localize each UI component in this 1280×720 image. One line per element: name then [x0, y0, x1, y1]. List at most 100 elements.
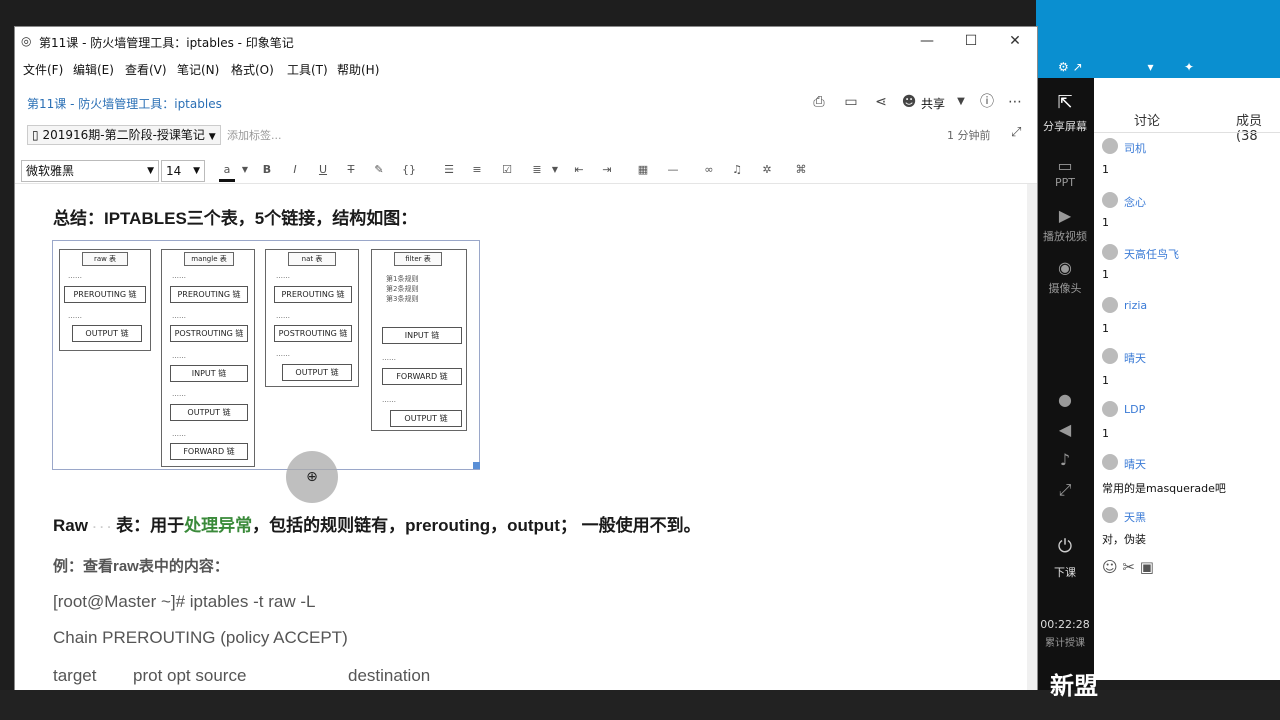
diagram-table-mangle: mangle 表 …… PREROUTING 链 …… POSTROUTING …: [161, 249, 255, 467]
raw-description-line: Raw · · · 表：用于处理异常，包括的规则链有，prerouting，ou…: [53, 511, 701, 536]
tab-discuss[interactable]: 讨论: [1134, 110, 1160, 129]
minimize-button[interactable]: —: [917, 31, 937, 51]
rule-dots: ……: [382, 396, 396, 404]
iptables-structure-diagram[interactable]: raw 表 …… PREROUTING 链 …… OUTPUT 链 mangle…: [52, 240, 480, 470]
font-size-select[interactable]: 14 ▼: [161, 160, 205, 182]
info-icon[interactable]: ⓘ: [977, 93, 997, 111]
mic-icon[interactable]: ●: [1036, 390, 1094, 409]
font-size-value: 14: [166, 164, 182, 178]
highlight-icon[interactable]: ✎: [371, 161, 387, 179]
tab-members[interactable]: 成员(38: [1236, 110, 1280, 144]
maximize-button[interactable]: ☐: [961, 31, 981, 51]
underline-icon[interactable]: U: [315, 161, 331, 179]
menu-edit[interactable]: 编辑(E): [73, 61, 114, 78]
chevron-down-icon: ▼: [208, 132, 216, 142]
notebook-name: 201916期-第二阶段-授课笔记: [42, 128, 205, 142]
menu-tools[interactable]: 工具(T): [287, 61, 328, 78]
align-icon[interactable]: ≣: [529, 161, 545, 179]
chain-box: POSTROUTING 链: [170, 325, 248, 342]
table-icon[interactable]: ▦: [635, 161, 651, 179]
video-label[interactable]: 播放视频: [1036, 228, 1094, 244]
end-class-icon[interactable]: ⏻: [1036, 536, 1094, 557]
settings-icon[interactable]: ✲: [759, 161, 775, 179]
chevron-down-icon[interactable]: ▼: [547, 161, 563, 179]
msg-text: 常用的是masquerade吧: [1102, 482, 1226, 495]
ppt-icon[interactable]: ▭: [1036, 156, 1094, 175]
menu-file[interactable]: 文件(F): [23, 61, 63, 78]
share-screen-icon[interactable]: ⇱: [1036, 92, 1094, 113]
share-button[interactable]: 共享: [921, 95, 945, 112]
diagram-table-nat: nat 表 …… PREROUTING 链 …… POSTROUTING 链 ……: [265, 249, 359, 387]
bullet-list-icon[interactable]: ☰: [441, 161, 457, 179]
camera-label[interactable]: 摄像头: [1036, 280, 1094, 296]
chat-tools[interactable]: ☺ ✂ ▣: [1102, 558, 1154, 576]
chevron-down-icon: ▼: [147, 166, 154, 176]
outdent-icon[interactable]: ⇤: [571, 161, 587, 179]
chain-box: PREROUTING 链: [274, 286, 352, 303]
highlight-text: 处理异常: [184, 516, 253, 535]
live-panel-header: ⚙ ↗ ▾ ✦: [1036, 0, 1280, 78]
video-icon[interactable]: ▶: [1036, 206, 1094, 225]
more-icon[interactable]: ⋯: [1005, 93, 1025, 111]
menu-format[interactable]: 格式(O): [231, 61, 274, 78]
avatar: [1102, 138, 1118, 154]
numbered-list-icon[interactable]: ≡: [469, 161, 485, 179]
fullscreen-icon[interactable]: ⤢: [1036, 480, 1094, 500]
code-icon[interactable]: {}: [401, 161, 417, 179]
diagram-table-raw: raw 表 …… PREROUTING 链 …… OUTPUT 链: [59, 249, 151, 351]
strikethrough-icon[interactable]: T: [343, 161, 359, 179]
users-icon[interactable]: ☻: [899, 93, 919, 111]
timer: 00:22:28: [1040, 618, 1090, 631]
end-class-label[interactable]: 下课: [1036, 564, 1094, 580]
divider-icon[interactable]: —: [665, 161, 681, 179]
rule-dots: ……: [276, 272, 290, 280]
table-name: filter 表: [394, 252, 442, 266]
share-network-icon[interactable]: ⋖: [871, 93, 891, 111]
menu-bar: 文件(F) 编辑(E) 查看(V) 笔记(N) 格式(O) 工具(T) 帮助(H…: [15, 57, 1037, 79]
font-family-select[interactable]: 微软雅黑 ▼: [21, 160, 159, 182]
camera-icon[interactable]: ◉: [1036, 258, 1094, 277]
italic-icon[interactable]: I: [287, 161, 303, 179]
speaker-icon[interactable]: ◀: [1036, 420, 1094, 439]
bold-icon[interactable]: B: [259, 161, 275, 179]
chain-box: INPUT 链: [382, 327, 462, 344]
tab-divider: [1094, 132, 1280, 133]
modified-time: 1 分钟前: [947, 129, 991, 142]
raw-label: Raw: [53, 516, 88, 535]
close-button[interactable]: ✕: [1005, 31, 1025, 51]
notebook-selector[interactable]: ▯ 201916期-第二阶段-授课笔记 ▼: [27, 125, 221, 145]
zoom-icon[interactable]: ⊕: [286, 451, 338, 503]
menu-note[interactable]: 笔记(N): [177, 61, 219, 78]
text-color-icon[interactable]: a: [219, 161, 235, 182]
msg-text: 1: [1102, 268, 1109, 281]
chain-box: OUTPUT 链: [282, 364, 352, 381]
ppt-label[interactable]: PPT: [1036, 176, 1094, 189]
rule-dots: ……: [172, 352, 186, 360]
menu-view[interactable]: 查看(V): [125, 61, 167, 78]
present-icon[interactable]: ▭: [841, 93, 861, 111]
checkbox-icon[interactable]: ☑: [499, 161, 515, 179]
resize-handle[interactable]: [473, 462, 480, 469]
note-title-link[interactable]: 第11课 - 防火墙管理工具：iptables: [27, 95, 222, 112]
note-body[interactable]: 总结：IPTABLES三个表，5个链接，结构如图： raw 表 …… PRERO…: [15, 184, 1025, 691]
link-icon[interactable]: ∞: [701, 161, 717, 179]
share-screen-label[interactable]: 分享屏幕: [1036, 118, 1094, 134]
chain-box: PREROUTING 链: [64, 286, 146, 303]
format-more-icon[interactable]: ⌘: [793, 161, 809, 179]
panel-icons[interactable]: ⚙ ↗ ▾ ✦: [1058, 60, 1194, 74]
print-icon[interactable]: ⎙: [809, 93, 829, 111]
audio-icon[interactable]: ♫: [729, 161, 745, 179]
chevron-down-icon[interactable]: ▼: [237, 161, 253, 179]
raw-rest-text: ，包括的规则链有，prerouting，output； 一般使用不到。: [252, 516, 701, 535]
avatar: [1102, 454, 1118, 470]
raw-table-label: 表：用于: [116, 516, 185, 535]
expand-icon[interactable]: ⤢: [1011, 125, 1021, 140]
add-tag-input[interactable]: 添加标签...: [227, 127, 282, 143]
indent-icon[interactable]: ⇥: [599, 161, 615, 179]
music-icon[interactable]: ♪: [1036, 450, 1094, 469]
scrollbar[interactable]: [1027, 184, 1037, 691]
chevron-down-icon[interactable]: ▼: [951, 93, 971, 111]
table-name: mangle 表: [184, 252, 234, 266]
chain-box: POSTROUTING 链: [274, 325, 352, 342]
menu-help[interactable]: 帮助(H): [337, 61, 379, 78]
